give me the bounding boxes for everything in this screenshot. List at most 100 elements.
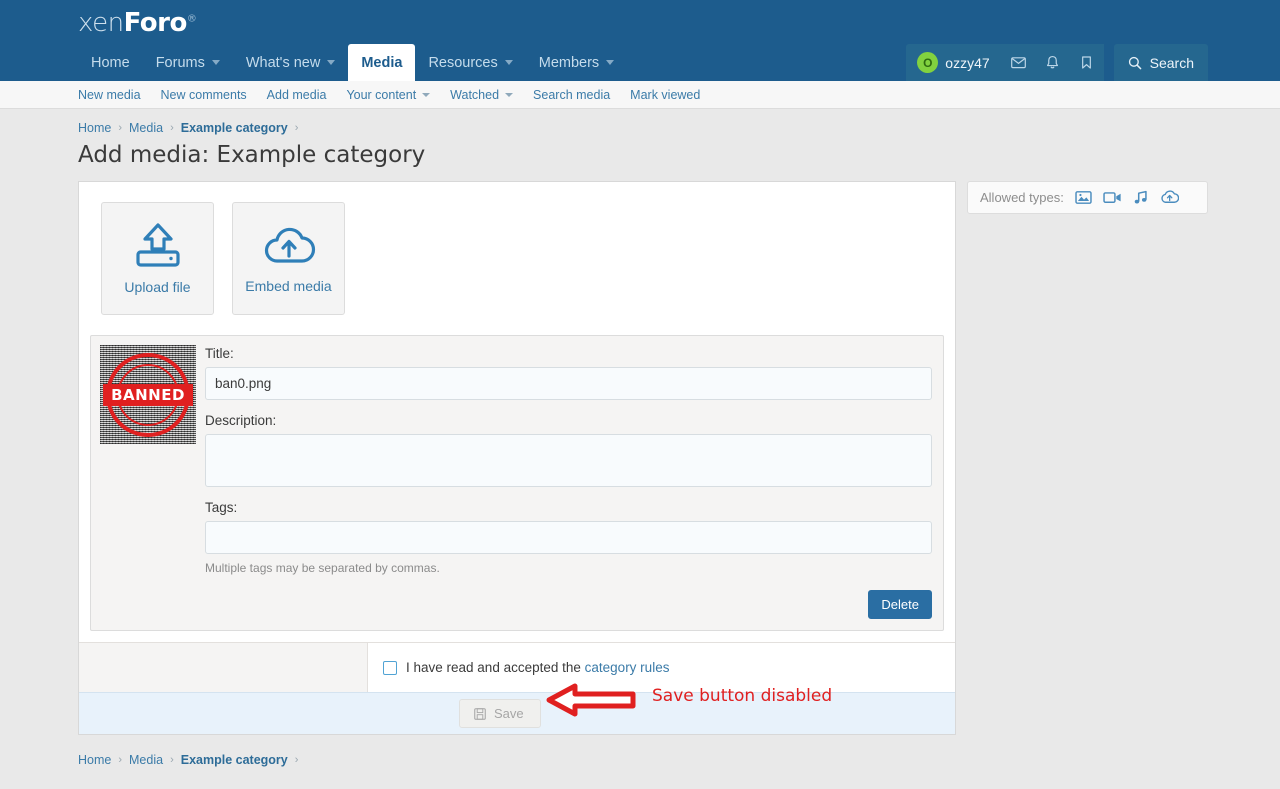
search-icon <box>1128 56 1142 69</box>
thumbnail-column: BANNED <box>91 336 205 630</box>
page-title: Add media: Example category <box>78 142 426 168</box>
logo-text-bold: Foro <box>123 8 188 38</box>
alerts-button[interactable] <box>1036 44 1070 81</box>
image-icon <box>1075 191 1092 204</box>
footer-breadcrumb-item-home[interactable]: Home <box>78 753 111 767</box>
subnav-label: Search media <box>533 87 611 102</box>
breadcrumb-item-media[interactable]: Media <box>129 121 163 135</box>
terms-row: I have read and accepted the category ru… <box>79 642 955 692</box>
username-label: ozzy47 <box>945 54 990 71</box>
nav-item-forums[interactable]: Forums <box>143 44 233 81</box>
subnav-item-new-media[interactable]: New media <box>78 88 151 102</box>
save-button[interactable]: Save <box>459 699 541 728</box>
breadcrumb-separator: › <box>118 754 123 766</box>
nav-label: Members <box>538 54 600 71</box>
nav-item-resources[interactable]: Resources <box>415 44 525 81</box>
save-label: Save <box>494 706 524 721</box>
nav-item-media[interactable]: Media <box>348 44 416 81</box>
upload-choices: Upload file Embed media <box>79 182 955 335</box>
video-icon <box>1103 192 1121 203</box>
title-input[interactable] <box>205 367 932 400</box>
allowed-types-label: Allowed types: <box>980 190 1064 205</box>
bookmark-icon <box>1082 56 1092 69</box>
nav-item-whats-new[interactable]: What's new <box>233 44 349 81</box>
banned-stamp-label: BANNED <box>103 383 193 406</box>
nav-label: What's new <box>245 54 321 71</box>
accept-rules-checkbox[interactable] <box>383 660 397 675</box>
footer-breadcrumb-item-media[interactable]: Media <box>129 753 163 767</box>
hard-drive-upload-icon <box>135 222 180 267</box>
upload-file-label: Upload file <box>124 278 191 295</box>
subnav-item-mark-viewed[interactable]: Mark viewed <box>620 88 710 102</box>
title-field-group: Title: <box>205 346 932 400</box>
breadcrumb-item-home[interactable]: Home <box>78 121 111 135</box>
nav-label: Media <box>361 54 403 71</box>
tags-input[interactable] <box>205 521 932 554</box>
subnav-label: Mark viewed <box>630 87 701 102</box>
sidebar: Allowed types: <box>967 181 1208 214</box>
chevron-down-icon <box>211 60 220 65</box>
terms-row-spacer <box>79 643 368 692</box>
secondary-navigation: New media New comments Add media Your co… <box>0 81 1280 109</box>
tags-label: Tags: <box>205 500 238 515</box>
subnav-label: Watched <box>450 87 500 102</box>
description-input[interactable] <box>205 434 932 487</box>
banned-stamp-icon: BANNED <box>103 352 193 437</box>
breadcrumb-separator: › <box>170 754 174 766</box>
envelope-icon <box>1011 57 1027 69</box>
category-rules-link[interactable]: category rules <box>585 660 670 675</box>
logo-registered-mark: ® <box>186 13 197 25</box>
title-label: Title: <box>205 346 234 361</box>
subnav-label: New comments <box>160 87 247 102</box>
cloud-upload-icon <box>264 227 315 263</box>
logo-text-thin: xen <box>78 8 124 38</box>
site-logo[interactable]: xenForo® <box>78 8 197 38</box>
nav-label: Resources <box>428 54 498 71</box>
bookmarks-button[interactable] <box>1070 44 1104 81</box>
subnav-item-add-media[interactable]: Add media <box>257 88 337 102</box>
accept-rules-text: I have read and accepted the <box>406 660 581 675</box>
annotation-text: Save button disabled <box>652 686 833 706</box>
chevron-down-icon <box>606 60 615 65</box>
search-button[interactable]: Search <box>1113 44 1208 81</box>
nav-item-members[interactable]: Members <box>526 44 627 81</box>
chevron-down-icon <box>327 60 336 65</box>
nav-label: Home <box>91 54 130 71</box>
breadcrumb-item-example-category[interactable]: Example category <box>181 121 288 135</box>
chevron-down-icon <box>504 60 513 65</box>
chevron-down-icon <box>505 92 514 97</box>
cloud-icon <box>1161 190 1179 203</box>
left-arrow-annotation <box>546 683 636 717</box>
user-bar: O ozzy47 Search <box>906 44 1208 81</box>
subnav-item-watched[interactable]: Watched <box>440 88 523 102</box>
tags-field-group: Tags: Multiple tags may be separated by … <box>205 500 932 575</box>
subnav-item-your-content[interactable]: Your content <box>336 88 440 102</box>
allowed-types-panel: Allowed types: <box>967 181 1208 214</box>
upload-file-button[interactable]: Upload file <box>101 202 214 315</box>
footer-breadcrumb-item-example-category[interactable]: Example category <box>181 753 288 767</box>
chevron-down-icon <box>422 92 431 97</box>
breadcrumb-separator: › <box>170 122 174 134</box>
tags-hint: Multiple tags may be separated by commas… <box>205 561 440 575</box>
subnav-item-search-media[interactable]: Search media <box>523 88 620 102</box>
accept-rules-label: I have read and accepted the category ru… <box>406 660 669 675</box>
subnav-item-new-comments[interactable]: New comments <box>151 88 257 102</box>
bell-icon <box>1047 55 1059 69</box>
add-media-form: Upload file Embed media BANNED Title: ba… <box>78 181 956 735</box>
delete-button[interactable]: Delete <box>868 590 932 619</box>
nav-label: Forums <box>155 54 205 71</box>
inbox-button[interactable] <box>1002 44 1036 81</box>
avatar: O <box>917 52 939 73</box>
breadcrumb-separator: › <box>118 122 123 134</box>
embed-media-label: Embed media <box>245 277 332 294</box>
subnav-label: Your content <box>346 87 417 102</box>
breadcrumb: Home › Media › Example category › <box>0 109 1280 135</box>
nav-item-home[interactable]: Home <box>78 44 143 81</box>
embed-media-button[interactable]: Embed media <box>232 202 345 315</box>
user-menu[interactable]: O ozzy47 <box>906 52 1001 73</box>
media-item-editor: BANNED Title: Description: Tags: Multipl… <box>90 335 944 631</box>
user-menu-group: O ozzy47 <box>906 44 1104 81</box>
site-header: xenForo® Home Forums What's new Media Re… <box>0 0 1280 81</box>
footer-breadcrumb: Home › Media › Example category › <box>0 735 1280 767</box>
subnav-label: Add media <box>266 87 327 102</box>
